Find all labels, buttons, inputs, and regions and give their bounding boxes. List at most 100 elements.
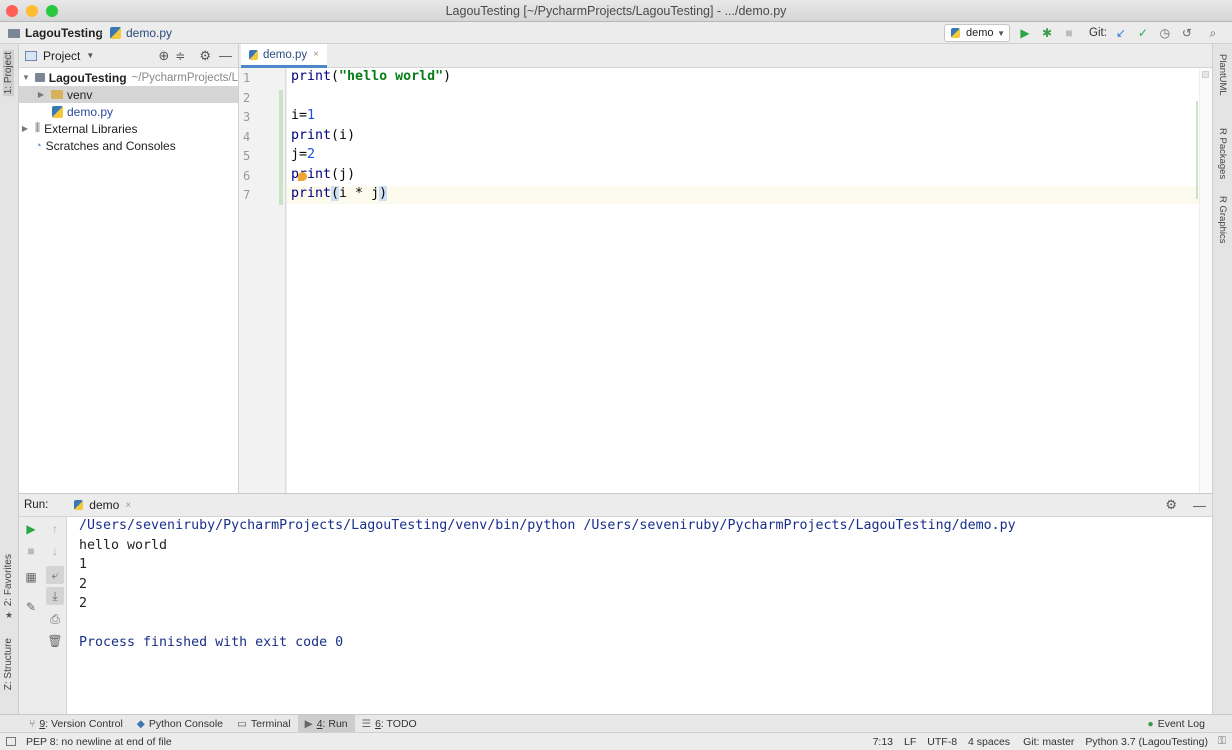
git-branch[interactable]: Git: master — [1023, 736, 1074, 748]
python-file-icon — [951, 28, 960, 38]
run-tab-label: demo — [89, 498, 120, 512]
tab-structure[interactable]: Z: Structure — [3, 638, 14, 690]
scroll-to-end-icon[interactable]: ⤓ — [46, 587, 64, 605]
code-editor[interactable]: print("hello world") i=1 print(i) j=2 pr… — [287, 68, 1212, 493]
toolwindow-python-console[interactable]: ◆ Python Console — [130, 715, 230, 733]
chevron-down-icon[interactable]: ▼ — [21, 73, 31, 82]
arrow-up-icon[interactable]: ↑ — [47, 521, 63, 537]
breadcrumb-file[interactable]: demo.py — [110, 26, 172, 40]
chevron-right-icon[interactable]: ▶ — [19, 124, 31, 133]
close-icon[interactable]: × — [125, 500, 131, 511]
run-tab-demo[interactable]: demo × — [68, 494, 138, 516]
inspection-indicator[interactable] — [1202, 71, 1209, 78]
library-icon: ⫼ — [35, 122, 41, 134]
stop-button[interactable]: ■ — [23, 543, 39, 559]
rerun-icon[interactable]: ▶ — [23, 521, 39, 537]
right-tool-strip: PlantUML R Packages R Graphics — [1212, 44, 1232, 714]
toggle-tool-windows-icon[interactable] — [6, 737, 16, 746]
tree-item-venv[interactable]: ▶ venv — [19, 86, 238, 103]
console-line: 2 — [79, 577, 88, 592]
debug-bug-icon[interactable]: ✱ — [1039, 25, 1055, 41]
chevron-down-icon[interactable]: ▼ — [86, 51, 94, 60]
caret-position[interactable]: 7:13 — [873, 736, 893, 748]
git-commit-icon[interactable]: ✓ — [1135, 25, 1151, 41]
star-icon: ★ — [5, 610, 14, 620]
tab-plantuml[interactable]: PlantUML — [1217, 54, 1228, 96]
tab-favorites[interactable]: 2: Favorites — [3, 554, 14, 606]
git-update-icon[interactable]: ↙ — [1113, 25, 1129, 41]
toolwindow-event-log[interactable]: ● Event Log — [1140, 715, 1212, 733]
restore-layout-icon[interactable]: ▦ — [23, 569, 39, 585]
folder-icon — [51, 90, 63, 99]
current-line-highlight — [287, 186, 1212, 204]
chevron-right-icon[interactable]: ▶ — [35, 90, 47, 99]
status-bar: PEP 8: no newline at end of file 7:13 LF… — [0, 732, 1232, 750]
indent-setting[interactable]: 4 spaces — [968, 736, 1010, 748]
vcs-change-marker[interactable] — [279, 90, 283, 205]
gear-icon[interactable]: ⚙ — [199, 48, 211, 64]
tree-item-label: venv — [67, 87, 93, 102]
python-file-icon — [74, 500, 84, 510]
window-title: LagouTesting [~/PycharmProjects/LagouTes… — [445, 4, 787, 18]
editor-tab-label: demo.py — [263, 48, 308, 61]
editor-scrollbar[interactable] — [1199, 68, 1212, 493]
intention-bulb-icon[interactable] — [298, 172, 307, 181]
code-line-4: print(i) — [291, 128, 356, 143]
toolwindow-todo[interactable]: ☰ 6: TODO — [355, 715, 424, 733]
code-line-3: i=1 — [291, 108, 316, 123]
editor-tab-demo-py[interactable]: demo.py × — [241, 44, 327, 68]
locate-target-icon[interactable]: ⊕ — [158, 48, 169, 64]
line-number: 1 — [243, 71, 251, 85]
tree-item-root[interactable]: ▼ LagouTesting ~/PycharmProjects/L — [19, 69, 238, 86]
status-message: PEP 8: no newline at end of file — [26, 735, 172, 748]
toolwindow-terminal[interactable]: ▭ Terminal — [230, 715, 298, 733]
line-separator[interactable]: LF — [904, 736, 916, 748]
tree-root-label: LagouTesting — [48, 70, 127, 85]
print-icon[interactable]: ⎙ — [47, 611, 63, 627]
python-interpreter[interactable]: Python 3.7 (LagouTesting) — [1085, 736, 1208, 748]
arrow-down-icon[interactable]: ↓ — [47, 543, 63, 559]
editor-tab-bar: demo.py × — [239, 44, 1212, 68]
lock-icon[interactable]: ⚿ — [1218, 735, 1226, 748]
project-view-select[interactable]: Project — [43, 49, 80, 63]
soft-wrap-icon[interactable]: ⤶ — [46, 566, 64, 584]
python-console-icon: ◆ — [136, 717, 145, 730]
tab-r-packages[interactable]: R Packages — [1217, 128, 1228, 179]
git-label: Git: — [1089, 27, 1107, 39]
tab-project[interactable]: 1: Project — [3, 50, 14, 97]
hide-panel-icon[interactable]: — — [219, 48, 232, 63]
tree-item-external-libraries[interactable]: ▶ ⫼ External Libraries — [19, 120, 238, 137]
tab-r-graphics[interactable]: R Graphics — [1217, 196, 1228, 244]
breadcrumb-project[interactable]: LagouTesting — [8, 26, 103, 40]
main-toolbar: ▶ ✱ ■ Git: ↙ ✓ ◷ ↺ ⌕ — [1017, 25, 1221, 41]
toolwindow-version-control[interactable]: ⑂ 9: Version Control — [22, 715, 130, 733]
stop-button[interactable]: ■ — [1061, 25, 1077, 41]
tree-item-label: External Libraries — [44, 121, 138, 136]
git-history-icon[interactable]: ◷ — [1157, 25, 1173, 41]
pin-icon[interactable]: ✎ — [23, 599, 39, 615]
trash-icon[interactable]: 🗑 — [47, 633, 63, 649]
line-number: 4 — [243, 130, 251, 144]
run-configuration-select[interactable]: demo ▼ — [944, 24, 1010, 42]
tree-item-scratches[interactable]: ◔ Scratches and Consoles — [19, 137, 238, 154]
run-icon: ▶ — [304, 717, 313, 730]
hide-panel-icon[interactable]: — — [1193, 498, 1206, 513]
tree-item-demo-py[interactable]: demo.py — [19, 103, 238, 120]
run-button[interactable]: ▶ — [1017, 25, 1033, 41]
run-toolbar-secondary: ↑ ↓ ⤶ ⤓ ⎙ 🗑 — [43, 517, 67, 714]
git-rollback-icon[interactable]: ↺ — [1179, 25, 1195, 41]
tree-item-label: demo.py — [67, 104, 114, 119]
run-console-output[interactable]: /Users/seveniruby/PycharmProjects/LagouT… — [67, 517, 1212, 714]
change-stripe — [1196, 101, 1198, 199]
console-line: Process finished with exit code 0 — [79, 635, 344, 650]
project-view-icon — [25, 50, 37, 61]
chevron-down-icon: ▼ — [997, 28, 1005, 38]
close-icon[interactable]: × — [313, 49, 319, 60]
event-log-icon: ● — [1147, 717, 1154, 730]
gear-icon[interactable]: ⚙ — [1165, 497, 1177, 513]
file-encoding[interactable]: UTF-8 — [927, 736, 957, 748]
tree-root-path: ~/PycharmProjects/L — [131, 71, 238, 84]
search-icon[interactable]: ⌕ — [1205, 25, 1221, 41]
collapse-all-icon[interactable]: ≑ — [175, 49, 185, 63]
toolwindow-run[interactable]: ▶ 4: Run — [297, 714, 355, 733]
